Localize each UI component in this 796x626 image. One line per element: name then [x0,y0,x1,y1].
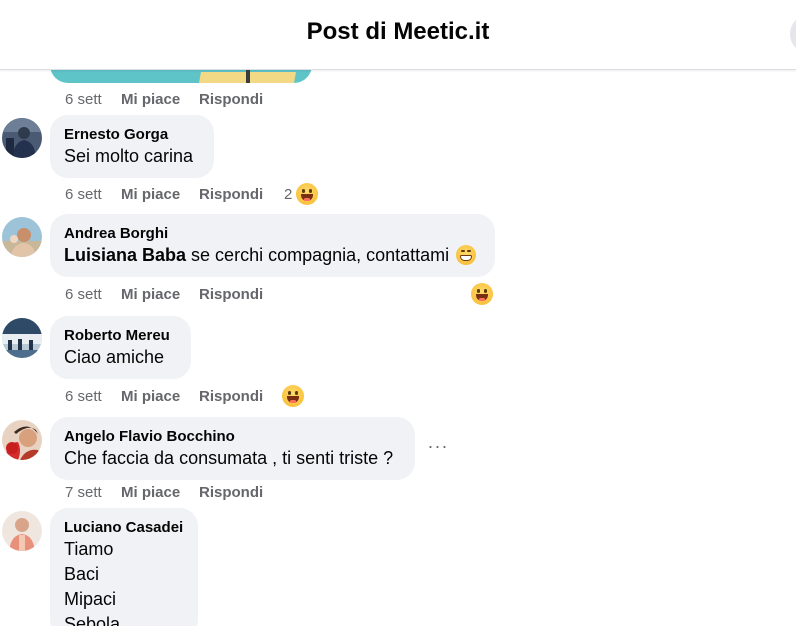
avatar-image [2,318,42,358]
avatar[interactable] [2,118,42,158]
reaction-count[interactable]: 2 [284,185,292,205]
avatar-image [2,511,42,551]
comment-text: Sei molto carina [64,146,194,166]
reply-button[interactable]: Rispondi [199,285,263,305]
avatar-image [2,217,42,257]
comment-bubble: Andrea Borghi Luisiana Baba se cerchi co… [50,214,495,277]
like-button[interactable]: Mi piace [121,387,180,407]
grinning-emoji-icon [456,245,477,265]
more-options-button[interactable]: ··· [424,436,452,460]
comment-time[interactable]: 6 sett [65,90,102,110]
comment-bubble: Roberto Mereu Ciao amiche [50,316,191,379]
comment-time[interactable]: 6 sett [65,185,102,205]
like-button[interactable]: Mi piace [121,185,180,205]
like-button[interactable]: Mi piace [121,285,180,305]
avatar[interactable] [2,217,42,257]
like-button[interactable]: Mi piace [121,483,180,503]
avatar-image [2,420,42,460]
comment-text-line: Sebola [64,614,121,626]
comment-text-line: Tiamo [64,539,114,559]
avatar-image [2,118,42,158]
comment-time[interactable]: 6 sett [65,387,102,407]
laughing-emoji-icon[interactable] [296,183,318,205]
comment-author[interactable]: Roberto Mereu [64,326,177,345]
laughing-emoji-icon[interactable] [282,385,304,407]
comment-bubble: Angelo Flavio Bocchino Che faccia da con… [50,417,415,480]
reply-button[interactable]: Rispondi [199,90,263,110]
comment-bubble: Luciano Casadei Tiamo Baci Mipaci Sebola [50,508,198,626]
comment-text: Luisiana Baba se cerchi compagnia, conta… [64,243,481,268]
avatar[interactable] [2,420,42,460]
comment-text-line: Mipaci [64,589,117,609]
comment-bubble: Ernesto Gorga Sei molto carina [50,115,214,178]
avatar[interactable] [2,318,42,358]
comment-author[interactable]: Angelo Flavio Bocchino [64,427,401,446]
avatar[interactable] [2,511,42,551]
comment-text-line: Baci [64,564,100,584]
laughing-emoji-icon[interactable] [471,283,493,305]
reply-button[interactable]: Rispondi [199,483,263,503]
reply-button[interactable]: Rispondi [199,387,263,407]
mentioned-user[interactable]: Luisiana Baba [64,245,186,265]
comment-text: Ciao amiche [64,347,165,367]
comment-text-body: se cerchi compagnia, contattami [186,245,450,265]
comment-time[interactable]: 7 sett [65,483,102,503]
comment-author[interactable]: Ernesto Gorga [64,125,200,144]
comments-feed: 6 sett Mi piace Rispondi Ernesto Gorga S… [0,0,796,626]
image-detail [246,70,250,83]
comment-text: Che faccia da consumata , ti senti trist… [64,448,394,468]
post-header: Post di Meetic.it [0,0,796,70]
comment-author[interactable]: Luciano Casadei [64,518,184,537]
comment-time[interactable]: 6 sett [65,285,102,305]
like-button[interactable]: Mi piace [121,90,180,110]
comment-author[interactable]: Andrea Borghi [64,224,481,243]
reply-button[interactable]: Rispondi [199,185,263,205]
page-title: Post di Meetic.it [306,18,490,45]
